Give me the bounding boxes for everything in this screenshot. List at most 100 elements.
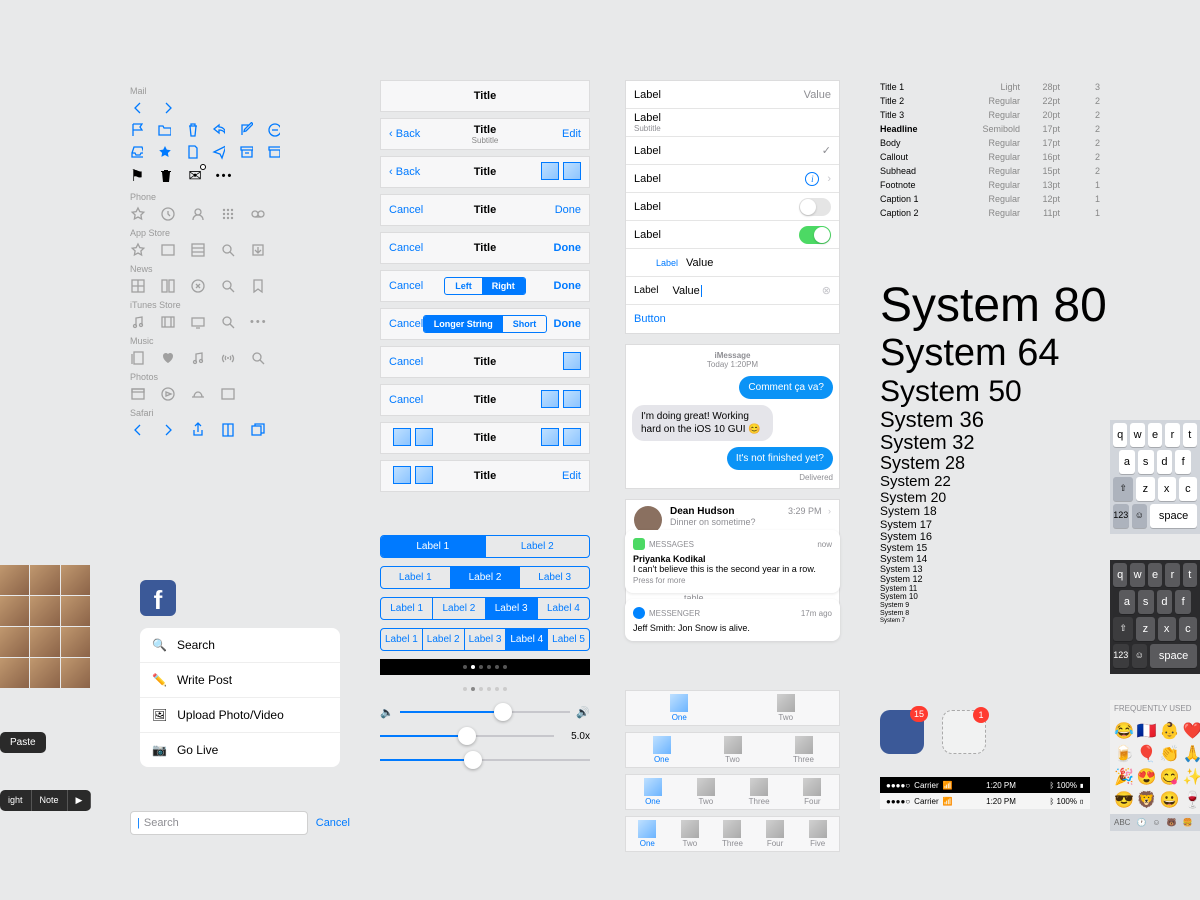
key-x[interactable]: x: [1158, 477, 1176, 501]
chevron-left-icon[interactable]: [130, 100, 146, 116]
key-x[interactable]: x: [1158, 617, 1176, 641]
chevron-right-icon[interactable]: [160, 100, 176, 116]
search-input[interactable]: |Search: [130, 811, 308, 835]
text-input[interactable]: Value: [672, 285, 701, 297]
tab[interactable]: One: [626, 733, 697, 767]
switch[interactable]: [799, 226, 831, 244]
radio-icon[interactable]: [220, 350, 236, 366]
emoji[interactable]: ❤️: [1183, 721, 1200, 741]
emoji[interactable]: 🎈: [1137, 744, 1157, 764]
send-icon[interactable]: [212, 144, 225, 160]
emoji[interactable]: 😋: [1160, 767, 1180, 787]
message-out[interactable]: It's not finished yet?: [727, 447, 833, 470]
folder-icon[interactable]: [157, 122, 170, 138]
keyboard-light[interactable]: qwert asdf ⇧zxc 123☺space: [1110, 420, 1200, 534]
cell-button[interactable]: Button: [626, 305, 839, 333]
key-d[interactable]: d: [1157, 450, 1173, 474]
key-r[interactable]: r: [1165, 563, 1179, 587]
updates-icon[interactable]: [250, 242, 266, 258]
emoji[interactable]: 🎉: [1114, 767, 1134, 787]
segmented-3[interactable]: Label 1Label 2Label 3: [380, 566, 590, 589]
notification[interactable]: MESSENGER17m ago Jeff Smith: Jon Snow is…: [625, 599, 840, 641]
tab[interactable]: One: [626, 817, 669, 851]
key-z[interactable]: z: [1136, 477, 1154, 501]
cancel-button[interactable]: Cancel: [316, 817, 350, 829]
tab[interactable]: Three: [733, 775, 786, 809]
forward-icon[interactable]: [160, 422, 176, 438]
settings-app-icon[interactable]: 1: [942, 710, 986, 754]
foryou-icon[interactable]: [130, 278, 146, 294]
done-button[interactable]: Done: [555, 204, 581, 216]
photo-grid[interactable]: [0, 565, 90, 688]
num-key[interactable]: 123: [1113, 644, 1129, 668]
search-icon[interactable]: [220, 314, 236, 330]
value-slider[interactable]: 5.0x: [380, 727, 590, 745]
done-button[interactable]: Done: [554, 242, 582, 254]
key-c[interactable]: c: [1179, 617, 1197, 641]
message-out[interactable]: Comment ça va?: [739, 376, 833, 399]
search-icon[interactable]: [220, 242, 236, 258]
emoji[interactable]: 👶: [1160, 721, 1180, 741]
emoji[interactable]: 🍺: [1114, 744, 1134, 764]
back-icon[interactable]: [130, 422, 146, 438]
abc-key[interactable]: ABC: [1114, 818, 1130, 827]
heart-icon[interactable]: [160, 350, 176, 366]
emoji[interactable]: 😂: [1114, 721, 1134, 741]
action-icon[interactable]: [541, 390, 559, 408]
action-icon[interactable]: [541, 162, 559, 180]
segmented-5[interactable]: Label 1Label 2Label 3Label 4Label 5: [380, 628, 590, 651]
star-outline-icon[interactable]: [130, 206, 146, 222]
albums-icon[interactable]: [220, 386, 236, 402]
categories-icon[interactable]: [160, 242, 176, 258]
tab[interactable]: One: [626, 775, 679, 809]
emoji-keyboard[interactable]: FREQUENTLY USED 😂🇫🇷👶❤️👍🌴🙋🍺🎈👏🙏😁🌿🙌🎉😍😋✨😘💪🎂😎…: [1110, 700, 1200, 831]
num-key[interactable]: 123: [1113, 504, 1129, 528]
archive-icon[interactable]: [239, 144, 252, 160]
tab[interactable]: Two: [697, 733, 768, 767]
cell-detail-disclosure[interactable]: Labeli›: [626, 165, 839, 193]
tab[interactable]: Four: [754, 817, 797, 851]
key-q[interactable]: q: [1113, 423, 1127, 447]
page-control-dark[interactable]: [380, 659, 590, 675]
facebook-app-icon[interactable]: 15: [880, 710, 924, 754]
contacts-icon[interactable]: [190, 206, 206, 222]
emoji[interactable]: 👏: [1160, 744, 1180, 764]
emoji[interactable]: 🦁: [1137, 790, 1157, 810]
emoji[interactable]: 🙏: [1183, 744, 1200, 764]
emoji[interactable]: 😀: [1160, 790, 1180, 810]
cell-label-subtitle[interactable]: LabelSubtitle: [626, 109, 839, 137]
space-key[interactable]: space: [1150, 504, 1197, 528]
action-icon[interactable]: [541, 428, 559, 446]
more-icon[interactable]: •••: [216, 170, 234, 182]
favorites-icon[interactable]: [160, 278, 176, 294]
tab[interactable]: Two: [669, 817, 712, 851]
shift-key[interactable]: ⇧: [1113, 477, 1133, 501]
featured-star-icon[interactable]: [130, 242, 146, 258]
action-icon[interactable]: [563, 162, 581, 180]
emoji[interactable]: 🇫🇷: [1137, 721, 1157, 741]
topcharts-icon[interactable]: [190, 242, 206, 258]
space-key[interactable]: space: [1150, 644, 1197, 668]
emoji[interactable]: ✨: [1183, 767, 1200, 787]
search-icon[interactable]: [220, 278, 236, 294]
key-e[interactable]: e: [1148, 563, 1162, 587]
action-icon[interactable]: [563, 428, 581, 446]
key-f[interactable]: f: [1175, 450, 1191, 474]
compose-icon[interactable]: [239, 122, 252, 138]
emoji[interactable]: 😍: [1137, 767, 1157, 787]
tab[interactable]: Three: [768, 733, 839, 767]
spam-icon[interactable]: [267, 122, 280, 138]
key-a[interactable]: a: [1119, 590, 1135, 614]
volume-slider[interactable]: 🔈 🔊: [380, 703, 590, 721]
segmented-control[interactable]: Longer StringShort: [423, 315, 548, 333]
tab[interactable]: Four: [786, 775, 839, 809]
clear-icon[interactable]: ⊗: [822, 284, 831, 297]
star-filled-icon[interactable]: [157, 144, 170, 160]
keyboard-dark[interactable]: qwert asdf ⇧zxc 123☺space: [1110, 560, 1200, 674]
done-button[interactable]: Done: [554, 280, 582, 292]
segmented-control[interactable]: LeftRight: [444, 277, 526, 295]
keypad-icon[interactable]: [220, 206, 236, 222]
cell-checkmark[interactable]: Label✓: [626, 137, 839, 165]
explore-icon[interactable]: [190, 278, 206, 294]
cell-inline-label-value[interactable]: LabelValue: [626, 249, 839, 277]
